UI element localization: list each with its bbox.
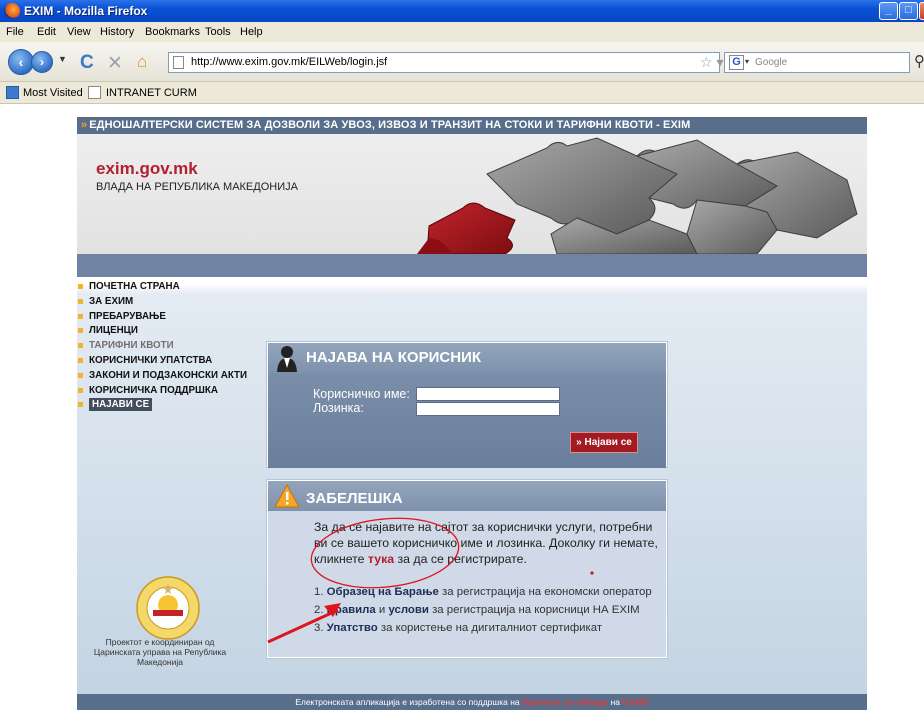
password-input[interactable] — [416, 402, 560, 416]
note-panel: ЗАБЕЛЕШКА За да се најавите на сајтот за… — [267, 480, 667, 658]
menu-view[interactable]: View — [67, 26, 91, 38]
home-icon[interactable]: ⌂ — [137, 52, 147, 72]
engine-dropdown-icon[interactable]: ▾ — [745, 57, 749, 66]
site-footer: Електронската апликација е изработена со… — [77, 694, 867, 710]
site-nav-band — [77, 254, 867, 277]
double-chevron-icon: » — [81, 119, 88, 131]
menu-file[interactable]: File — [6, 26, 24, 38]
login-panel: НАЈАВА НА КОРИСНИК Корисничко име: Лозин… — [267, 342, 667, 468]
bullet-icon — [78, 372, 83, 378]
side-menu: ПОЧЕТНА СТРАНА ЗА EXИМ ПРЕБАРУВАЊЕ ЛИЦЕН… — [77, 280, 267, 413]
firefox-icon — [4, 3, 20, 19]
list-item-text: за регистрација на корисници НА EXIM — [432, 604, 640, 616]
window-titlebar: EXIM - Mozilla Firefox _ □ × — [0, 0, 924, 22]
note-item-2: 2. Правила и услови за регистрација на к… — [314, 604, 640, 616]
username-label: Корисничко име: — [313, 387, 410, 401]
list-number: 3. — [314, 622, 324, 634]
minimize-button[interactable]: _ — [879, 2, 898, 20]
usaid-link[interactable]: USAID — [622, 697, 648, 707]
page-icon — [88, 86, 101, 99]
bullet-icon — [78, 343, 83, 349]
close-button[interactable]: × — [919, 2, 924, 20]
address-bar[interactable]: http://www.exim.gov.mk/EILWeb/login.jsf — [168, 52, 720, 73]
menu-item-support[interactable]: КОРИСНИЧКА ПОДДРШКА — [77, 384, 267, 399]
username-input[interactable] — [416, 387, 560, 401]
warning-icon — [274, 484, 300, 508]
bookmark-most-visited[interactable]: Most Visited — [23, 87, 83, 99]
login-button-label: Најави се — [584, 437, 632, 448]
puzzle-graphic — [417, 137, 858, 254]
bullet-icon — [78, 313, 83, 319]
most-visited-icon — [6, 86, 19, 99]
maximize-button[interactable]: □ — [899, 2, 918, 20]
menu-item-user-guides[interactable]: КОРИСНИЧКИ УПАТСТВА — [77, 354, 267, 369]
menu-item-tariff-quotas[interactable]: ТАРИФНИ КВОТИ — [77, 339, 267, 354]
menu-tools[interactable]: Tools — [205, 26, 231, 38]
list-item-text: за користење на дигиталниот сертификат — [380, 622, 603, 634]
project-footnote: Проектот е координиран од Царинската упр… — [93, 637, 227, 667]
navigation-toolbar: ‹ › ▼ C ✕ ⌂ http://www.exim.gov.mk/EILWe… — [0, 42, 924, 82]
menu-bookmarks[interactable]: Bookmarks — [145, 26, 200, 38]
note-text: За да се најавите на сајтот за корисничк… — [314, 519, 660, 567]
bookmark-star-icon[interactable]: ☆ ▾ — [700, 54, 723, 71]
menu-item-about-exim[interactable]: ЗА EXИМ — [77, 295, 267, 310]
user-icon — [277, 346, 297, 372]
bookmark-intranet-curm[interactable]: INTRANET CURM — [106, 87, 197, 99]
login-button[interactable]: » Најави се — [570, 432, 638, 453]
search-placeholder: Google — [755, 57, 788, 68]
footer-connector: на — [610, 697, 620, 707]
menu-help[interactable]: Help — [240, 26, 263, 38]
menu-history[interactable]: History — [100, 26, 134, 38]
rules-link[interactable]: Правила — [327, 604, 376, 616]
menu-edit[interactable]: Edit — [37, 26, 56, 38]
bullet-icon — [78, 298, 83, 304]
menu-item-licences[interactable]: ЛИЦЕНЦИ — [77, 324, 267, 339]
google-engine-icon[interactable]: G — [729, 55, 744, 70]
note-title: ЗАБЕЛЕШКА — [306, 490, 403, 507]
note-panel-header: ЗАБЕЛЕШКА — [268, 481, 666, 511]
list-item-text: за регистрација на економски оператор — [442, 586, 652, 598]
site-system-title: ЕДНОШАЛТЕРСКИ СИСТЕМ ЗА ДОЗВОЛИ ЗА УВОЗ,… — [89, 119, 691, 131]
menu-item-login[interactable]: НАЈАВИ СЕ — [77, 398, 267, 413]
note-item-1: 1. Образец на Барање за регистрација на … — [314, 586, 652, 598]
password-label: Лозинка: — [313, 401, 364, 415]
list-number: 2. — [314, 604, 324, 616]
login-title: НАЈАВА НА КОРИСНИК — [306, 349, 481, 366]
search-box[interactable]: G ▾ Google — [724, 52, 910, 73]
footer-text: Електронската апликација е изработена со… — [295, 697, 520, 707]
menu-item-laws[interactable]: ЗАКОНИ И ПОДЗАКОНСКИ АКТИ — [77, 369, 267, 384]
forward-button[interactable]: › — [31, 51, 53, 73]
menu-item-search[interactable]: ПРЕБАРУВАЊЕ — [77, 310, 267, 325]
bullet-icon — [78, 357, 83, 363]
window-title: EXIM - Mozilla Firefox — [24, 4, 148, 18]
note-item-3: 3. Упатство за користење на дигиталниот … — [314, 622, 602, 634]
login-panel-header: НАЈАВА НА КОРИСНИК — [268, 343, 666, 373]
manual-link[interactable]: Упатство — [327, 622, 378, 634]
bookmarks-toolbar: Most Visited INTRANET CURM — [0, 82, 924, 104]
bullet-icon — [78, 284, 83, 289]
bullet-icon — [78, 328, 83, 334]
egov-project-link[interactable]: Проектот за е-Влада — [522, 697, 608, 707]
page-icon — [173, 56, 184, 69]
reload-icon[interactable]: C — [80, 52, 94, 74]
menu-item-home[interactable]: ПОЧЕТНА СТРАНА — [77, 280, 267, 295]
history-dropdown-icon[interactable]: ▼ — [58, 54, 67, 64]
customs-seal-logo — [135, 575, 201, 641]
bullet-icon — [78, 402, 83, 408]
double-chevron-icon: » — [576, 437, 582, 448]
conditions-link[interactable]: услови — [388, 604, 428, 616]
list-number: 1. — [314, 586, 324, 598]
list-item-text: и — [378, 604, 386, 616]
site-top-strip: » ЕДНОШАЛТЕРСКИ СИСТЕМ ЗА ДОЗВОЛИ ЗА УВОЗ… — [77, 117, 867, 134]
search-icon[interactable]: ⚲ — [914, 52, 924, 70]
menu-bar: File Edit View History Bookmarks Tools H… — [0, 22, 924, 42]
site-banner: exim.gov.mk ВЛАДА НА РЕПУБЛИКА МАКЕДОНИЈ… — [77, 134, 867, 254]
request-form-link[interactable]: Образец на Барање — [327, 586, 439, 598]
stop-icon[interactable]: ✕ — [107, 52, 123, 75]
bullet-icon — [78, 387, 83, 393]
note-text-after: за да се регистрирате. — [397, 552, 527, 566]
register-here-link[interactable]: тука — [368, 552, 394, 566]
address-url[interactable]: http://www.exim.gov.mk/EILWeb/login.jsf — [191, 56, 387, 68]
